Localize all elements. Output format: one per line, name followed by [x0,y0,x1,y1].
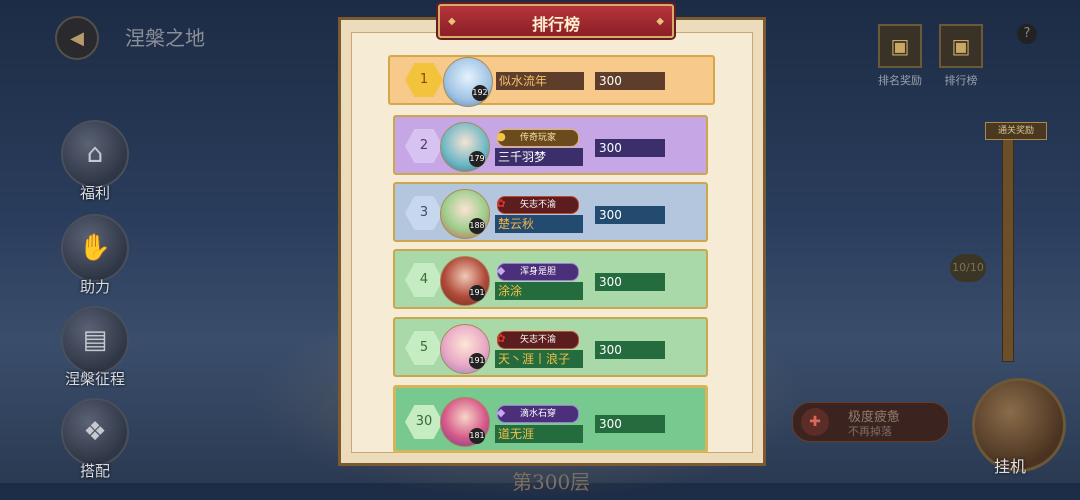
player-level: 188 [469,218,485,234]
player-score: 300 [595,273,665,291]
rank-badge: 3 [405,196,443,230]
leaderboard-button[interactable]: ▣ 排行榜 [937,24,985,88]
player-title-text: 滴水石穿 [519,409,556,419]
clear-reward-label[interactable]: 通关奖励 [985,122,1047,140]
rank-row-3[interactable]: 3 188 ✿ 矢志不渝 楚云秋 300 [393,182,708,242]
ornament-icon: ◆ [656,16,664,27]
house-icon: ⌂ [61,120,129,188]
back-button[interactable]: ◀ [55,16,99,60]
player-score: 300 [595,139,665,157]
player-name: 天丶涯丨浪子 [495,350,583,368]
rank-row-2[interactable]: 2 179 ● 传奇玩家 三千羽梦 300 [393,115,708,175]
menu-assist[interactable]: ✋ 助力 [55,214,135,297]
player-score: 300 [595,72,665,90]
player-title-badge: ● 传奇玩家 [496,129,579,147]
progress-pole [1002,130,1014,362]
player-title-text: 矢志不渝 [519,335,556,345]
rank-badge: 5 [405,331,443,365]
fatigue-subtitle: 不再掉落 [848,425,892,438]
handshake-icon: ✋ [61,214,129,282]
rank-reward-label: 排名奖励 [878,74,922,87]
player-name: 三千羽梦 [495,148,583,166]
rank-row-self[interactable]: 30 181 ◆ 滴水石穿 道无涯 300 [393,385,708,453]
player-level: 191 [469,353,485,369]
gem-icon: ◆ [496,406,506,419]
bow-icon: ✿ [496,332,506,345]
map-icon: ▤ [61,306,129,374]
help-button[interactable]: ? [1017,24,1037,44]
page-title: 涅槃之地 [125,26,205,50]
player-name: 似水流年 [496,72,584,90]
bag-icon: ● [496,130,506,143]
menu-match-label: 搭配 [79,462,110,480]
back-icon: ◀ [70,27,84,49]
rank-row-1[interactable]: 1 192 似水流年 300 [388,55,715,107]
panel-title-banner: ◆ 排行榜 ◆ [438,4,674,38]
bow-icon: ✿ [496,197,506,210]
gift-icon: ▣ [878,24,922,68]
leaderboard-label: 排行榜 [944,74,978,87]
player-title-text: 矢志不渝 [519,200,556,210]
rank-row-5[interactable]: 5 191 ✿ 矢志不渝 天丶涯丨浪子 300 [393,317,708,377]
player-title-text: 浑身是胆 [519,267,556,277]
menu-welfare-label: 福利 [79,184,110,202]
rank-reward-button[interactable]: ▣ 排名奖励 [876,24,924,88]
menu-match[interactable]: ❖ 搭配 [55,398,135,481]
hangup-label: 挂机 [994,457,1027,476]
player-level: 191 [469,285,485,301]
player-score: 300 [595,206,665,224]
menu-welfare[interactable]: ⌂ 福利 [55,120,135,203]
menu-assist-label: 助力 [79,278,110,296]
player-title-badge: ◆ 浑身是胆 [497,263,579,281]
gift-icon: ▣ [939,24,983,68]
player-title-badge: ◆ 滴水石穿 [497,405,579,423]
player-name: 涂涂 [495,282,583,300]
floor-label: 第300层 [512,470,591,494]
player-score: 300 [595,341,665,359]
menu-journey[interactable]: ▤ 涅槃征程 [55,306,135,389]
player-level: 192 [472,85,488,101]
player-title-badge: ✿ 矢志不渝 [496,331,579,349]
player-title-badge: ✿ 矢志不渝 [496,196,579,214]
rank-badge: 1 [405,63,443,97]
gem-icon: ◆ [496,264,506,277]
player-avatar [443,57,493,107]
rank-badge: 4 [405,263,443,297]
rank-badge: 2 [405,129,443,163]
player-score: 300 [595,415,665,433]
player-name: 道无涯 [495,425,583,443]
panel-title: 排行榜 [531,15,580,34]
player-name: 楚云秋 [495,215,583,233]
player-level: 179 [469,151,485,167]
menu-journey-label: 涅槃征程 [64,370,125,388]
rank-badge: 30 [405,405,443,439]
cards-icon: ❖ [61,398,129,466]
progress-count: 10/10 [950,254,986,282]
player-level: 181 [469,428,485,444]
fatigue-banner[interactable]: ✚ 极度疲惫 不再掉落 [792,402,949,442]
fatigue-icon: ✚ [801,408,829,436]
player-title-text: 传奇玩家 [519,133,556,143]
rank-row-4[interactable]: 4 191 ◆ 浑身是胆 涂涂 300 [393,249,708,309]
